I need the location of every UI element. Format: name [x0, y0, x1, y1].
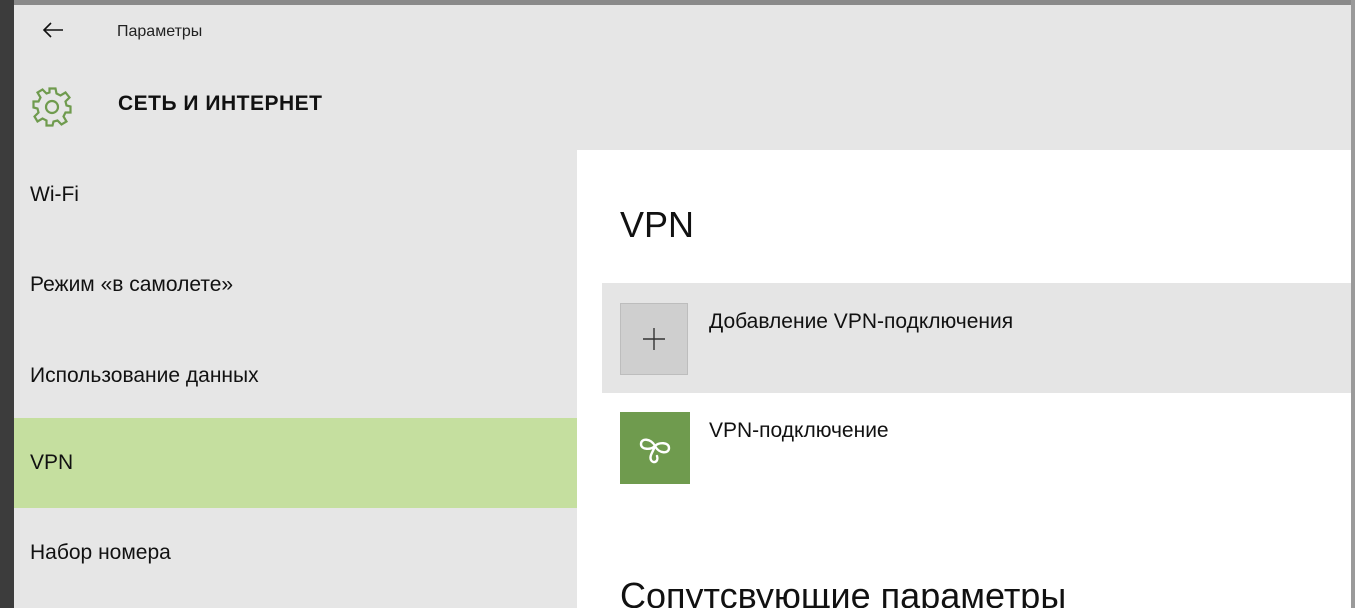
sidebar-item-label: VPN	[30, 451, 74, 474]
sidebar-item-dialup[interactable]: Набор номера	[14, 508, 577, 598]
sidebar-item-label: Wi-Fi	[30, 183, 79, 206]
back-button[interactable]	[38, 15, 68, 45]
sidebar-item-label: Режим «в самолете»	[30, 273, 234, 296]
sidebar-item-wifi[interactable]: Wi-Fi	[14, 150, 577, 240]
plus-icon	[643, 328, 665, 350]
related-settings-title: Сопутсвующие параметры	[620, 575, 1067, 608]
window-frame-right	[1351, 0, 1355, 608]
sidebar: Wi-Fi Режим «в самолете» Использование д…	[14, 150, 577, 608]
add-vpn-label: Добавление VPN-подключения	[709, 310, 1014, 333]
section-header-title: СЕТЬ И ИНТЕРНЕТ	[118, 92, 323, 115]
vpn-connection-item[interactable]: VPN-подключение	[602, 405, 1351, 495]
page-title: VPN	[620, 204, 695, 245]
page-header: СЕТЬ И ИНТЕРНЕТ	[14, 65, 1351, 150]
vpn-icon	[639, 438, 671, 464]
sidebar-item-data-usage[interactable]: Использование данных	[14, 330, 577, 420]
sidebar-item-airplane-mode[interactable]: Режим «в самолете»	[14, 240, 577, 330]
vpn-tile	[620, 412, 690, 484]
sidebar-item-label: Использование данных	[30, 364, 259, 387]
back-arrow-icon	[42, 22, 63, 38]
title-bar: Параметры	[14, 5, 1351, 65]
settings-window: Параметры СЕТЬ И ИНТЕРНЕТ Wi-Fi Режим «в…	[0, 0, 1355, 608]
add-vpn-connection-button[interactable]: Добавление VPN-подключения	[602, 283, 1351, 393]
window-frame-left	[0, 0, 14, 608]
sidebar-item-label: Набор номера	[30, 541, 171, 564]
sidebar-item-vpn[interactable]: VPN	[14, 418, 577, 508]
window-title: Параметры	[117, 23, 203, 40]
gear-icon	[32, 87, 72, 127]
main-content: VPN Добавление VPN-подключения VPN-подкл…	[577, 150, 1351, 608]
add-tile	[620, 303, 688, 375]
vpn-connection-label: VPN-подключение	[709, 419, 889, 442]
